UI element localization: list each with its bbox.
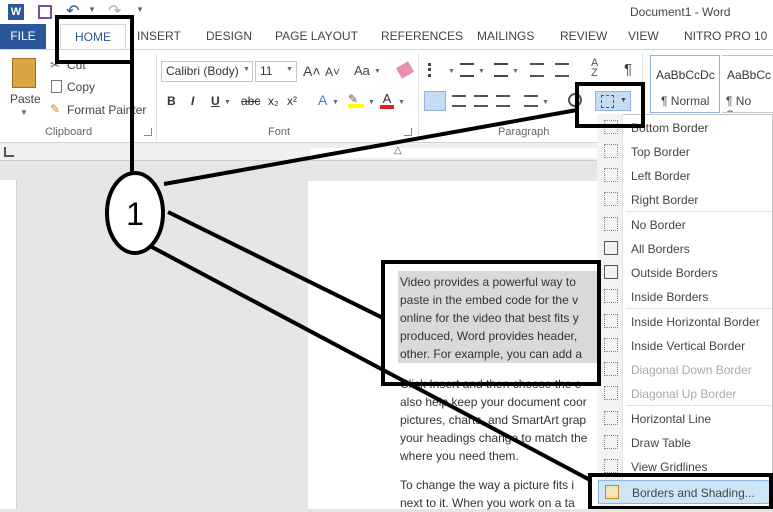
annotation-box-borders bbox=[575, 82, 645, 128]
annotation-overlay: 1 bbox=[55, 15, 773, 509]
annotation-box-text bbox=[381, 260, 601, 386]
annotation-box-borders-shading bbox=[588, 473, 773, 509]
annotation-box-home bbox=[55, 15, 134, 64]
annotation-line bbox=[149, 244, 591, 482]
annotation-line bbox=[163, 108, 578, 186]
annotation-number: 1 bbox=[126, 196, 144, 232]
annotation-line bbox=[167, 210, 384, 320]
